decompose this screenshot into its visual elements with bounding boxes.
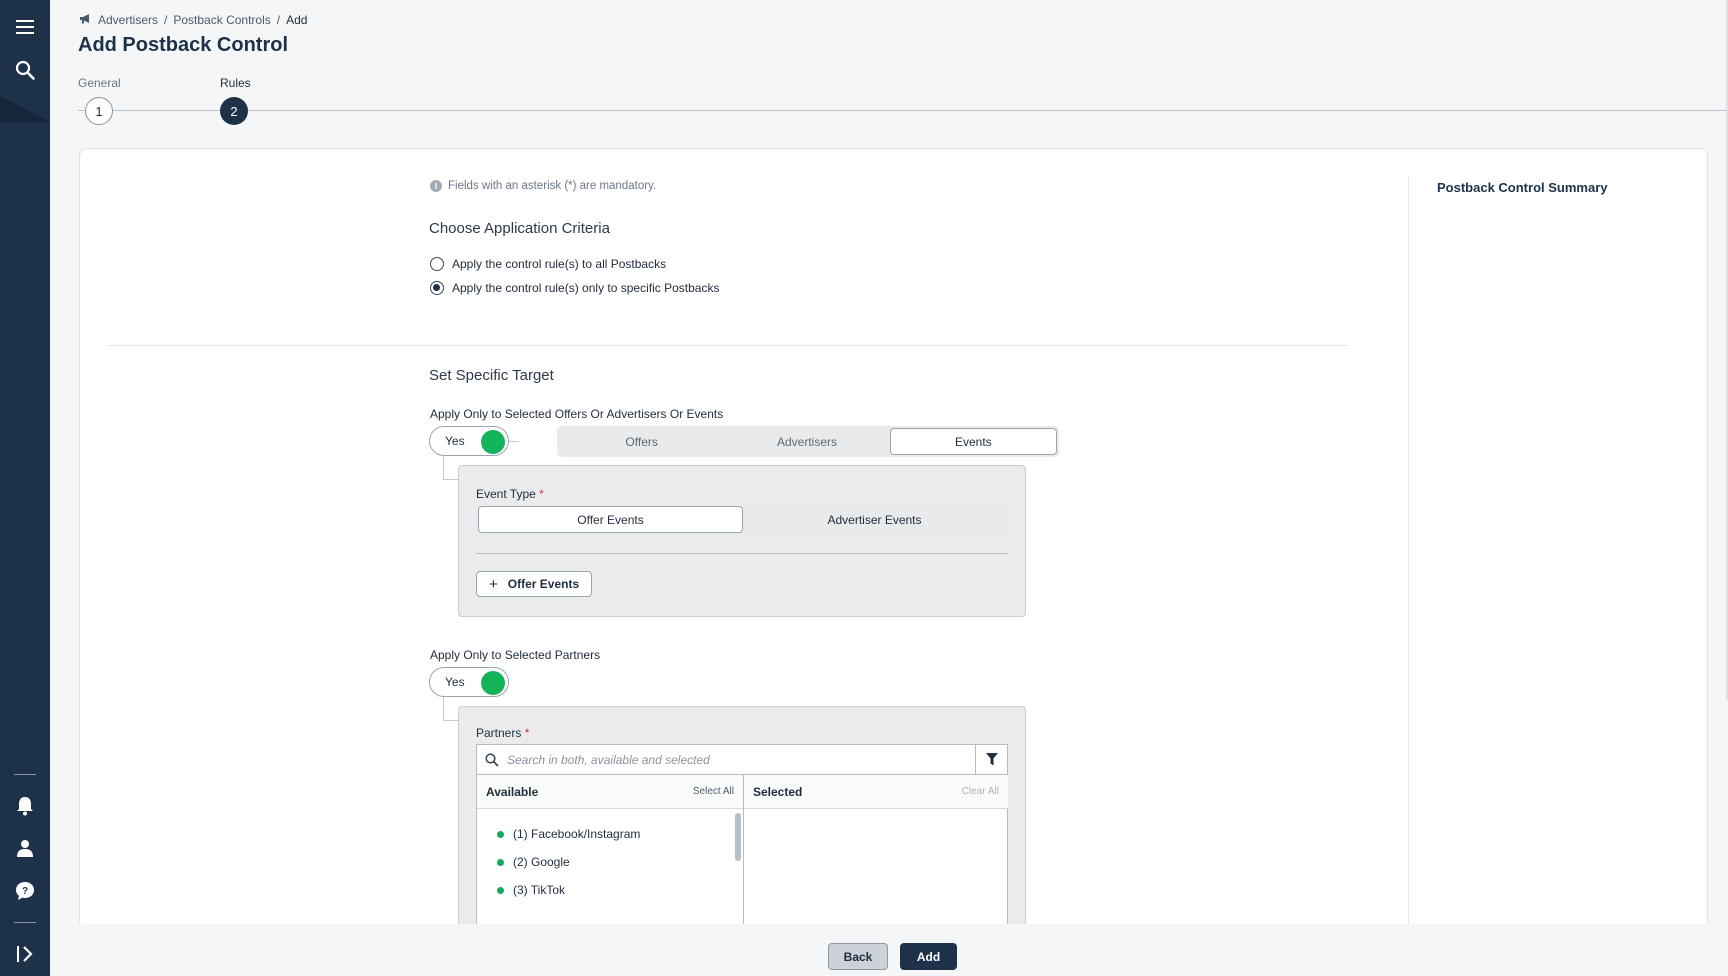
status-dot [497, 830, 504, 838]
breadcrumb-separator: / [164, 13, 168, 27]
connector [509, 441, 519, 442]
connector [443, 697, 444, 721]
event-type-switch: Offer Events Advertiser Events [476, 504, 1008, 535]
partners-toggle-label: Apply Only to Selected Partners [430, 648, 601, 662]
target-type-tabs: Offers Advertisers Events [557, 426, 1059, 457]
step-general[interactable]: 1 [85, 97, 113, 125]
toggle-value: Yes [445, 675, 465, 689]
form-card: i Fields with an asterisk (*) are mandat… [79, 148, 1708, 937]
partners-panel: Partners * Available Select All [458, 706, 1026, 937]
connector [443, 720, 458, 721]
partners-label-text: Partners [476, 726, 522, 740]
help-icon[interactable]: ? [10, 876, 40, 906]
available-header: Available [486, 784, 539, 799]
summary-title: Postback Control Summary [1437, 180, 1608, 195]
clear-all-link[interactable]: Clear All [962, 786, 999, 797]
summary-divider [1408, 177, 1409, 929]
partners-toggle[interactable]: Yes [429, 667, 509, 697]
bell-icon[interactable] [10, 791, 40, 821]
megaphone-icon [79, 13, 92, 27]
list-item-label: (2) Google [513, 855, 570, 869]
page-title: Add Postback Control [78, 34, 289, 56]
offers-toggle-label: Apply Only to Selected Offers Or Adverti… [430, 407, 724, 421]
partners-label: Partners * [476, 726, 529, 740]
tab-advertisers[interactable]: Advertisers [724, 428, 889, 455]
list-item[interactable]: (1) Facebook/Instagram [497, 827, 640, 841]
step-label-general: General [78, 76, 121, 90]
offers-toggle[interactable]: Yes [429, 426, 509, 456]
select-all-link[interactable]: Select All [693, 786, 734, 797]
panel-divider [476, 553, 1008, 554]
toggle-value: Yes [445, 434, 465, 448]
expand-icon[interactable] [10, 939, 40, 969]
required-mark: * [539, 487, 544, 501]
list-item[interactable]: (3) TikTok [497, 883, 565, 897]
radio-all-postbacks[interactable]: Apply the control rule(s) to all Postbac… [430, 257, 666, 271]
breadcrumb: Advertisers / Postback Controls / Add [79, 13, 307, 27]
mandatory-note-text: Fields with an asterisk (*) are mandator… [448, 180, 657, 192]
partners-search [476, 744, 1008, 775]
radio-specific-postbacks[interactable]: Apply the control rule(s) only to specif… [430, 281, 719, 295]
event-type-label: Event Type * [476, 487, 544, 501]
sidebar: ? [0, 0, 50, 976]
available-column-header: Available Select All [477, 775, 743, 809]
add-offer-events-label: Offer Events [507, 577, 580, 591]
menu-icon[interactable] [10, 12, 40, 42]
required-mark: * [524, 726, 530, 740]
mandatory-note: i Fields with an asterisk (*) are mandat… [430, 180, 656, 192]
info-icon: i [430, 180, 442, 192]
footer-actions: Back Add [50, 924, 1728, 976]
back-button[interactable]: Back [828, 943, 888, 970]
option-advertiser-events[interactable]: Advertiser Events [743, 506, 1006, 533]
step-rules[interactable]: 2 [220, 97, 248, 125]
radio-button-checked[interactable] [430, 281, 444, 295]
svg-text:?: ? [22, 886, 28, 897]
toggle-knob [481, 430, 505, 454]
radio-button[interactable] [430, 257, 444, 271]
list-item[interactable]: (2) Google [497, 855, 570, 869]
radio-label: Apply the control rule(s) to all Postbac… [452, 257, 667, 271]
add-button[interactable]: Add [900, 943, 957, 970]
list-item-label: (1) Facebook/Instagram [513, 827, 641, 841]
breadcrumb-link-advertisers[interactable]: Advertisers [98, 13, 158, 27]
available-scrollbar[interactable] [735, 813, 741, 861]
sidebar-divider [14, 922, 36, 923]
selected-column-header: Selected Clear All [744, 775, 1008, 809]
step-label-rules: Rules [220, 76, 251, 90]
criteria-title: Choose Application Criteria [429, 220, 610, 237]
connector [443, 456, 444, 480]
breadcrumb-current: Add [286, 13, 308, 27]
tab-offers[interactable]: Offers [559, 428, 724, 455]
tab-events[interactable]: Events [889, 428, 1057, 455]
search-icon[interactable] [10, 55, 40, 85]
radio-label: Apply the control rule(s) only to specif… [452, 281, 720, 295]
partners-search-input[interactable] [507, 745, 975, 774]
user-icon[interactable] [10, 833, 40, 863]
plus-icon: + [489, 575, 498, 593]
target-title: Set Specific Target [429, 367, 554, 384]
toggle-knob [481, 671, 505, 695]
sidebar-decoration [0, 96, 50, 122]
status-dot [497, 886, 504, 894]
event-type-label-text: Event Type [476, 487, 536, 501]
list-item-label: (3) TikTok [513, 883, 566, 897]
add-offer-events-button[interactable]: + Offer Events [476, 571, 593, 597]
search-icon [477, 752, 507, 767]
section-divider [107, 345, 1348, 346]
status-dot [497, 858, 504, 866]
partners-dual-list: Available Select All Selected Clear All … [476, 775, 1008, 937]
connector [443, 479, 458, 480]
breadcrumb-link-postback-controls[interactable]: Postback Controls [173, 13, 270, 27]
sidebar-divider [14, 774, 36, 775]
stepper-track [78, 110, 1728, 111]
filter-icon[interactable] [975, 745, 1007, 774]
breadcrumb-separator: / [276, 13, 281, 27]
main-content: Advertisers / Postback Controls / Add Ad… [50, 0, 1728, 976]
selected-header: Selected [753, 784, 803, 799]
event-type-panel: Event Type * Offer Events Advertiser Eve… [458, 465, 1026, 617]
option-offer-events[interactable]: Offer Events [478, 506, 743, 533]
